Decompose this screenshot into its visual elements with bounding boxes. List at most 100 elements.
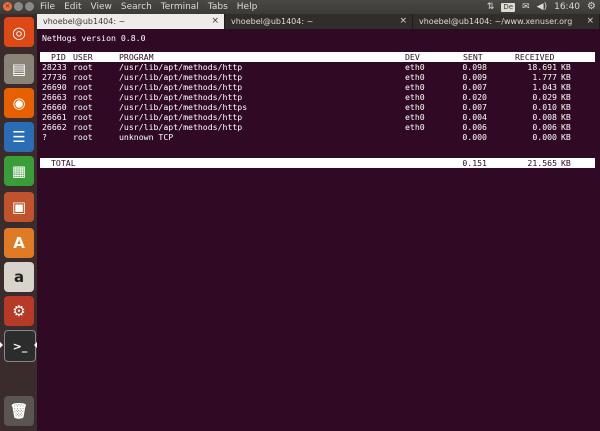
tab-3[interactable]: vhoebel@ub1404: ~/www.xenuser.org × <box>413 14 600 29</box>
process-row: 26661 root /usr/lib/apt/methods/http eth… <box>37 112 600 122</box>
menu-terminal[interactable]: Terminal <box>161 0 199 14</box>
ubuntu-dash-icon[interactable]: ◎ <box>4 17 34 47</box>
menu-search[interactable]: Search <box>121 0 152 14</box>
user: root <box>73 72 93 82</box>
close-window-button[interactable]: × <box>3 2 12 11</box>
menu-view[interactable]: View <box>91 0 112 14</box>
header-dev: DEV <box>405 52 420 62</box>
process-row: 26690 root /usr/lib/apt/methods/http eth… <box>37 82 600 92</box>
dev: eth0 <box>405 92 425 102</box>
header-received: RECEIVED <box>515 52 555 62</box>
user: root <box>73 92 93 102</box>
sent: 0.007 <box>462 82 487 92</box>
user: root <box>73 132 93 142</box>
firefox-icon[interactable]: ◉ <box>4 88 34 118</box>
sent: 0.007 <box>462 102 487 112</box>
user: root <box>73 62 93 72</box>
process-row: 26662 root /usr/lib/apt/methods/http eth… <box>37 122 600 132</box>
pid: 26690 <box>42 82 67 92</box>
terminal-output[interactable]: NetHogs version 0.8.0 PID USER PROGRAM D… <box>37 29 600 431</box>
terminal-icon[interactable]: >_ <box>4 330 36 362</box>
dev: eth0 <box>405 82 425 92</box>
header-sent: SENT <box>463 52 483 62</box>
pid: 26661 <box>42 112 67 122</box>
trash-icon[interactable]: 🗑 <box>4 396 34 426</box>
menu-bar: File Edit View Search Terminal Tabs Help <box>40 0 257 14</box>
tab-title: vhoebel@ub1404: ~ <box>43 17 126 26</box>
program: /usr/lib/apt/methods/https <box>119 102 248 112</box>
window-controls: × <box>3 2 34 11</box>
user: root <box>73 112 93 122</box>
total-label: TOTAL <box>51 158 76 168</box>
impress-icon[interactable]: ▣ <box>4 192 34 222</box>
close-tab-icon[interactable]: × <box>586 14 594 29</box>
unit: KB <box>561 122 571 132</box>
menu-tabs[interactable]: Tabs <box>208 0 228 14</box>
header-program: PROGRAM <box>119 52 154 62</box>
program: /usr/lib/apt/methods/http <box>119 82 243 92</box>
network-transfer-icon[interactable]: ⇅ <box>487 0 495 14</box>
amazon-icon[interactable]: a <box>4 262 34 292</box>
process-row: 26663 root /usr/lib/apt/methods/http eth… <box>37 92 600 102</box>
program: /usr/lib/apt/methods/http <box>119 72 243 82</box>
process-row: 27736 root /usr/lib/apt/methods/http eth… <box>37 72 600 82</box>
files-icon[interactable]: ▤ <box>4 54 34 84</box>
software-center-icon[interactable]: A <box>4 228 34 258</box>
nethogs-version: NetHogs version 0.8.0 <box>42 33 146 43</box>
user: root <box>73 102 93 112</box>
clock[interactable]: 16:40 <box>554 0 580 14</box>
program: /usr/lib/apt/methods/http <box>119 112 243 122</box>
writer-icon[interactable]: ☰ <box>4 122 34 152</box>
close-tab-icon[interactable]: × <box>211 14 219 29</box>
dev: eth0 <box>405 72 425 82</box>
received: 0.000 <box>532 132 557 142</box>
terminal-tab-bar: vhoebel@ub1404: ~ × vhoebel@ub1404: ~ × … <box>37 14 600 29</box>
pid: 26663 <box>42 92 67 102</box>
pid: 26662 <box>42 122 67 132</box>
system-settings-icon[interactable]: ⚙ <box>4 296 34 326</box>
sent: 0.006 <box>462 122 487 132</box>
received: 0.010 <box>532 102 557 112</box>
program: /usr/lib/apt/methods/http <box>119 62 243 72</box>
menu-edit[interactable]: Edit <box>64 0 81 14</box>
maximize-window-button[interactable] <box>25 2 34 11</box>
pid: ? <box>42 132 47 142</box>
keyboard-layout-indicator[interactable]: De <box>501 2 516 12</box>
minimize-window-button[interactable] <box>14 2 23 11</box>
sent: 0.020 <box>462 92 487 102</box>
received: 1.043 <box>532 82 557 92</box>
header-pid: PID <box>51 52 66 62</box>
unit: KB <box>561 72 571 82</box>
sent: 0.000 <box>462 132 487 142</box>
active-app-indicator <box>0 342 3 348</box>
sent: 0.004 <box>462 112 487 122</box>
tab-1[interactable]: vhoebel@ub1404: ~ × <box>37 14 225 29</box>
volume-icon[interactable]: ◀) <box>537 0 547 14</box>
program: /usr/lib/apt/methods/http <box>119 122 243 132</box>
header-user: USER <box>73 52 93 62</box>
program: unknown TCP <box>119 132 174 142</box>
received: 0.008 <box>532 112 557 122</box>
total-unit: KB <box>561 158 571 168</box>
process-row: 26660 root /usr/lib/apt/methods/https et… <box>37 102 600 112</box>
unity-launcher: ◎ ▤ ◉ ☰ ▦ ▣ A a ⚙ >_ 🗑 <box>0 14 38 431</box>
unit: KB <box>561 62 571 72</box>
tab-2[interactable]: vhoebel@ub1404: ~ × <box>225 14 413 29</box>
menu-file[interactable]: File <box>40 0 55 14</box>
user: root <box>73 122 93 132</box>
top-panel: × File Edit View Search Terminal Tabs He… <box>0 0 600 14</box>
unit: KB <box>561 132 571 142</box>
close-tab-icon[interactable]: × <box>399 14 407 29</box>
dev: eth0 <box>405 62 425 72</box>
unit: KB <box>561 102 571 112</box>
calc-icon[interactable]: ▦ <box>4 156 34 186</box>
received: 0.029 <box>532 92 557 102</box>
menu-help[interactable]: Help <box>237 0 258 14</box>
mail-icon[interactable]: ✉ <box>522 0 530 14</box>
sent: 0.098 <box>462 62 487 72</box>
total-sent: 0.151 <box>462 158 487 168</box>
sent: 0.009 <box>462 72 487 82</box>
session-gear-icon[interactable]: ⚙ <box>587 0 596 14</box>
total-bar: TOTAL 0.151 21.565 KB <box>40 158 595 168</box>
column-header-bar: PID USER PROGRAM DEV SENT RECEIVED <box>40 52 595 62</box>
